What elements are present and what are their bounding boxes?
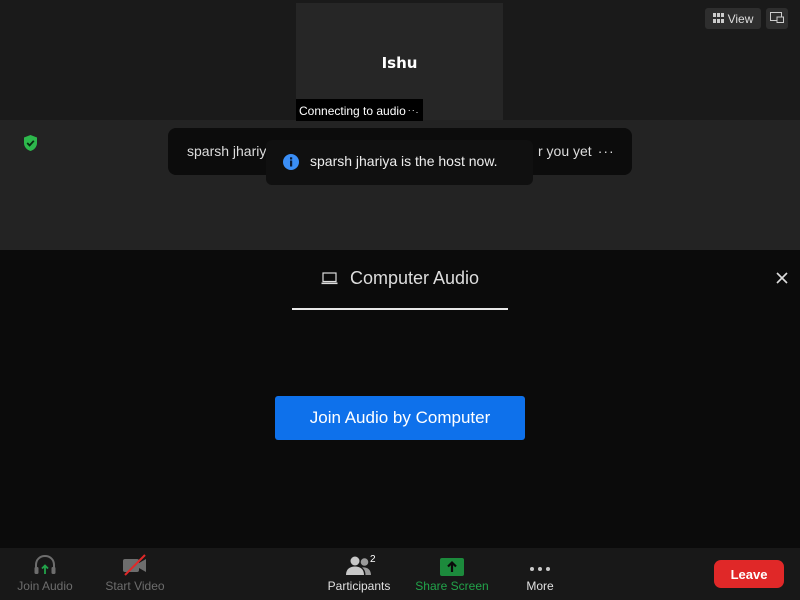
- close-icon[interactable]: [774, 270, 790, 286]
- more-label: More: [526, 579, 554, 593]
- notification-back-text: sparsh jhariya: [187, 143, 275, 159]
- view-label: View: [727, 11, 754, 26]
- notification-back-trailing: r you yet: [538, 143, 592, 159]
- host-notification-toast: sparsh jhariya is the host now.: [266, 140, 533, 185]
- start-video-label: Start Video: [105, 579, 165, 593]
- audio-status-dots: ··.: [407, 105, 420, 115]
- audio-status-text: Connecting to audio: [299, 104, 406, 118]
- start-video-button[interactable]: Start Video: [100, 548, 170, 600]
- participants-label: Participants: [327, 579, 391, 593]
- laptop-icon: [321, 268, 338, 311]
- share-screen-button[interactable]: Share Screen: [412, 548, 492, 600]
- pip-icon: [770, 10, 784, 28]
- participant-name: Ishu: [381, 54, 418, 72]
- picture-in-picture-button[interactable]: [766, 8, 788, 29]
- audio-status-label: Connecting to audio ··.: [296, 99, 424, 121]
- join-audio-by-computer-button[interactable]: Join Audio by Computer: [275, 396, 525, 440]
- tab-computer-audio-label: Computer Audio: [349, 268, 480, 288]
- notification-back-text-right: r you yet ···: [538, 128, 615, 175]
- view-button[interactable]: View: [705, 8, 761, 29]
- tab-computer-audio[interactable]: Computer Audio: [292, 264, 508, 311]
- info-icon: [282, 153, 300, 174]
- join-audio-label: Join Audio: [17, 579, 73, 593]
- shield-check-icon[interactable]: [22, 134, 39, 157]
- headphone-icon: [12, 548, 78, 576]
- notification-more-dots[interactable]: ···: [598, 143, 615, 159]
- view-grid-icon: [712, 12, 724, 26]
- participants-icon: [322, 548, 396, 576]
- leave-button[interactable]: Leave: [714, 560, 784, 588]
- share-screen-label: Share Screen: [415, 579, 489, 593]
- share-screen-icon: [412, 548, 492, 576]
- audio-join-panel: Computer Audio Join Audio by Computer: [0, 250, 800, 548]
- more-icon: [515, 548, 565, 576]
- tab-active-underline: [292, 308, 508, 310]
- meeting-toolbar: Join Audio Start Video 2 Participants Sh…: [0, 548, 800, 600]
- participant-video-tile[interactable]: Ishu Connecting to audio ··.: [296, 3, 503, 121]
- host-notification-text: sparsh jhariya is the host now.: [310, 153, 498, 169]
- video-off-icon: [100, 548, 170, 576]
- join-audio-button[interactable]: Join Audio: [12, 548, 78, 600]
- participants-button[interactable]: 2 Participants: [322, 548, 396, 600]
- more-button[interactable]: More: [515, 548, 565, 600]
- participants-count: 2: [370, 554, 376, 565]
